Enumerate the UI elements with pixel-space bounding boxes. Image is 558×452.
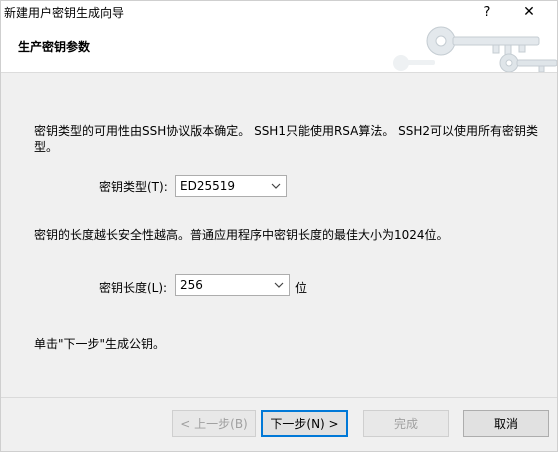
window-title: 新建用户密钥生成向导 [4, 6, 125, 20]
chevron-down-icon [274, 282, 284, 288]
chevron-down-icon [271, 183, 281, 189]
key-length-value: 256 [180, 278, 203, 292]
wizard-header: 生产密钥参数 [1, 23, 557, 73]
keys-icon [393, 26, 557, 72]
help-button[interactable]: ? [467, 1, 507, 23]
wizard-window: 新建用户密钥生成向导 ? ✕ 生产密钥参数 密钥类型的可用性由SSH协议版本确定… [0, 0, 558, 452]
page-title: 生产密钥参数 [18, 40, 91, 54]
wizard-content: 密钥类型的可用性由SSH协议版本确定。 SSH1只能使用RSA算法。 SSH2可… [1, 74, 557, 397]
key-type-value: ED25519 [180, 179, 235, 193]
next-button[interactable]: 下一步(N) > [261, 410, 348, 437]
title-bar: 新建用户密钥生成向导 ? ✕ [1, 1, 557, 23]
close-button[interactable]: ✕ [509, 1, 549, 23]
back-button[interactable]: < 上一步(B) [172, 410, 256, 437]
key-type-select[interactable]: ED25519 [175, 175, 287, 197]
cancel-button[interactable]: 取消 [463, 410, 549, 437]
finish-button[interactable]: 完成 [363, 410, 449, 437]
length-text: 密钥的长度越长安全性越高。普通应用程序中密钥长度的最佳大小为1024位。 [34, 228, 449, 242]
intro-text: 密钥类型的可用性由SSH协议版本确定。 SSH1只能使用RSA算法。 SSH2可… [34, 124, 539, 154]
hint-text: 单击"下一步"生成公钥。 [34, 337, 166, 351]
key-length-label: 密钥长度(L): [99, 281, 168, 295]
key-length-unit: 位 [295, 281, 308, 295]
key-length-select[interactable]: 256 [175, 274, 290, 296]
wizard-footer: < 上一步(B) 下一步(N) > 完成 取消 [1, 397, 557, 451]
key-type-label: 密钥类型(T): [99, 180, 168, 194]
